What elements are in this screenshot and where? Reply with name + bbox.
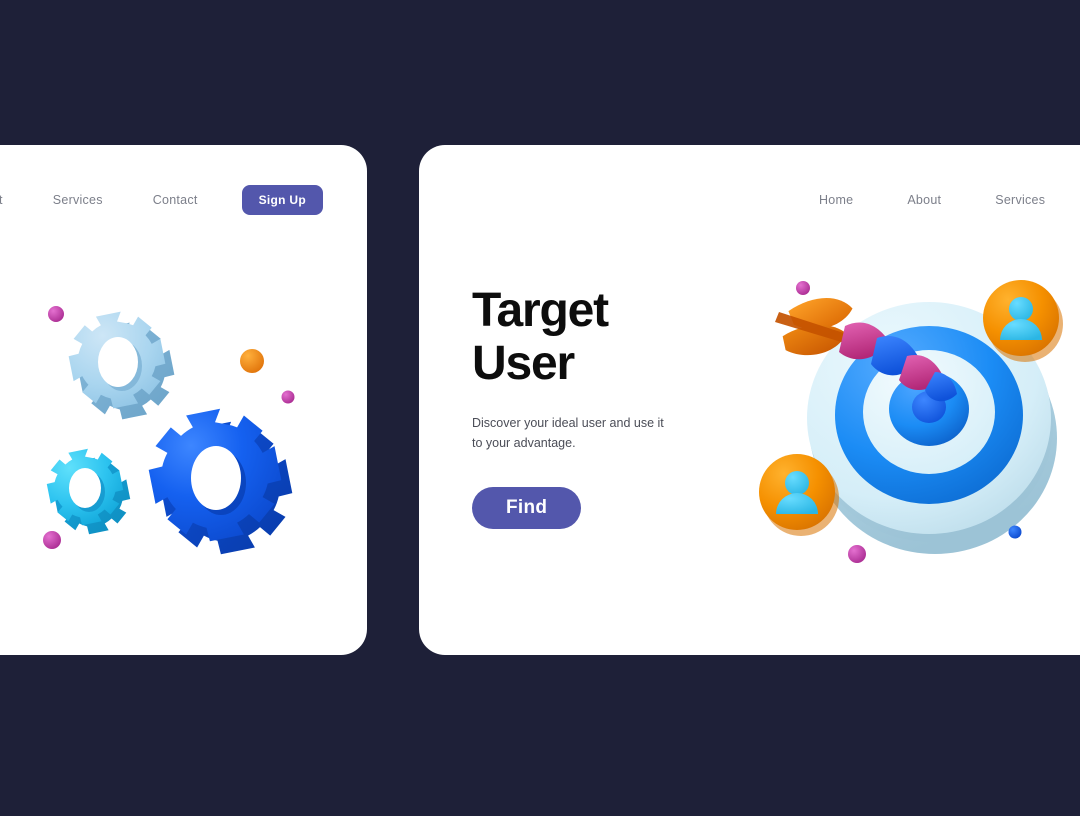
dot-magenta-upper-left — [796, 281, 810, 295]
right-card: Home About Services Contact Target User … — [419, 145, 1080, 655]
dart-body-seg-3 — [899, 354, 943, 391]
gear-royal-blue — [148, 408, 293, 555]
dot-magenta-top — [48, 306, 64, 322]
dart-fletch-spine — [775, 312, 853, 344]
nav-link-home[interactable]: Home — [819, 193, 853, 207]
left-card: Home About Services Contact Sign Up — [0, 145, 367, 655]
dot-orange-right — [240, 349, 264, 373]
hero-copy-block: Target User Discover your ideal user and… — [472, 284, 687, 530]
right-card-navbar: Home About Services Contact — [419, 145, 1080, 255]
avatar-badge-top-right — [983, 280, 1063, 362]
dart-fletch-upper — [788, 298, 853, 330]
right-nav-items: Home About Services Contact — [819, 193, 1080, 207]
avatar-body — [776, 493, 818, 514]
dot-magenta-right — [281, 390, 295, 404]
avatar-body — [1000, 319, 1042, 340]
dart-fletch-lower — [782, 325, 847, 356]
mockup-stage: Home About Services Contact Sign Up — [0, 0, 1080, 816]
sign-up-button[interactable]: Sign Up — [241, 185, 323, 215]
gears-illustration — [10, 275, 330, 595]
hero-subcopy: Discover your ideal user and use it to y… — [472, 415, 664, 450]
gear-light-blue — [68, 311, 175, 420]
avatar-head — [785, 471, 809, 495]
nav-link-services[interactable]: Services — [995, 193, 1045, 207]
nav-link-about[interactable]: About — [907, 193, 941, 207]
dot-magenta-bottom — [43, 531, 61, 549]
dot-magenta-lower — [848, 545, 866, 563]
dart-body-tip — [925, 372, 957, 402]
find-button[interactable]: Find — [472, 487, 582, 530]
dart — [775, 298, 957, 402]
left-nav-items: Home About Services Contact Sign Up — [0, 185, 323, 215]
nav-link-services[interactable]: Services — [53, 193, 103, 207]
left-card-navbar: Home About Services Contact Sign Up — [0, 145, 367, 255]
avatar-badge-bottom-left — [759, 454, 839, 536]
nav-link-contact[interactable]: Contact — [153, 193, 198, 207]
headline-line-2: User — [472, 336, 575, 390]
target-rings — [807, 302, 1057, 554]
dot-blue-lower-right — [1008, 525, 1022, 539]
page-title: Target User — [472, 284, 687, 391]
gear-cyan — [46, 448, 131, 535]
dart-body-seg-1 — [839, 322, 888, 360]
headline-line-1: Target — [472, 284, 609, 337]
target-user-illustration — [749, 260, 1080, 590]
nav-link-about[interactable]: About — [0, 193, 3, 207]
avatar-head — [1009, 297, 1033, 321]
dart-body-seg-2 — [871, 336, 919, 376]
